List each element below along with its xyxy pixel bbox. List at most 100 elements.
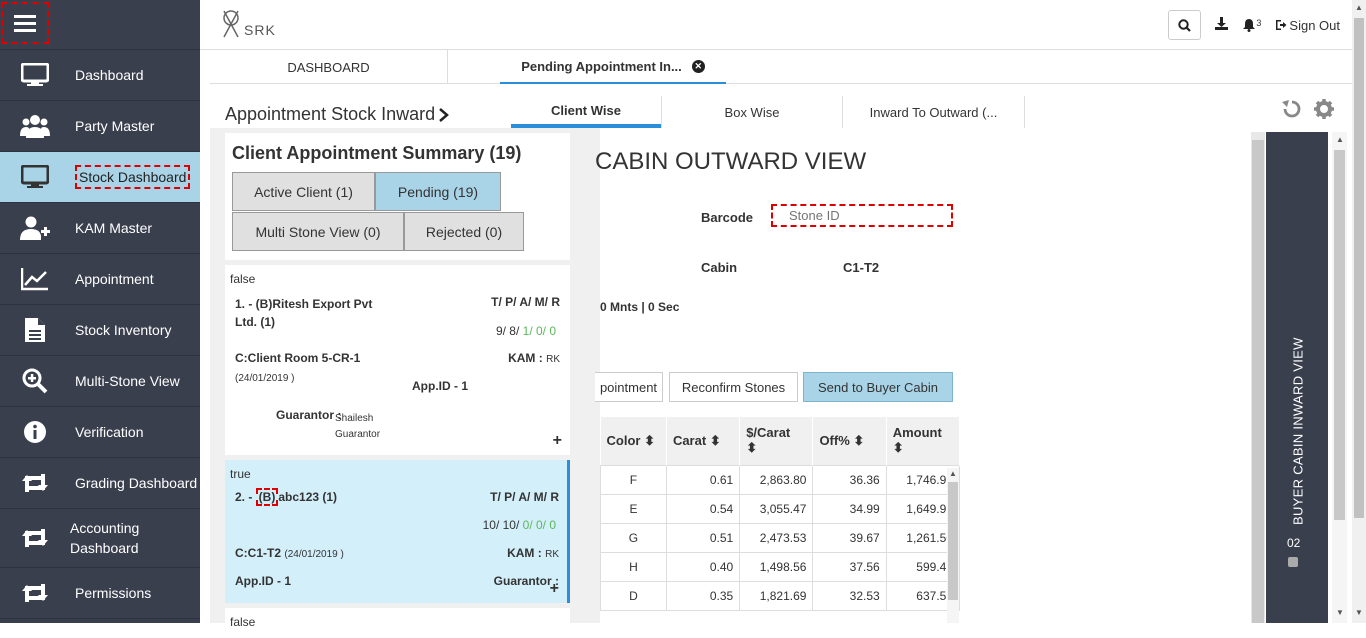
sidebar-item-accounting-dashboard[interactable]: Accounting Dashboard bbox=[0, 509, 200, 568]
scrollbar-thumb[interactable] bbox=[948, 482, 958, 600]
tab-dashboard[interactable]: DASHBOARD bbox=[210, 50, 448, 84]
retweet-icon bbox=[20, 579, 50, 607]
table-row[interactable]: E 0.54 3,055.47 34.99 1,649.95 bbox=[600, 493, 961, 524]
buyer-cabin-inward-title: BUYER CABIN INWARD VIEW bbox=[1290, 337, 1306, 525]
bell-icon bbox=[1243, 19, 1256, 32]
subtab-client-wise[interactable]: Client Wise bbox=[511, 96, 661, 128]
sidebar-item-verification[interactable]: Verification bbox=[0, 407, 200, 458]
table-row[interactable]: F 0.61 2,863.80 36.36 1,746.92 bbox=[600, 464, 961, 495]
subtab-box-wise[interactable]: Box Wise bbox=[661, 96, 843, 128]
column-header-off-percent[interactable]: Off% ⬍ bbox=[812, 417, 887, 465]
gear-icon[interactable] bbox=[1314, 99, 1334, 119]
multi-stone-view-button[interactable]: Multi Stone View (0) bbox=[232, 212, 404, 251]
scroll-down-arrow-icon[interactable]: ▼ bbox=[1336, 608, 1344, 617]
sidebar-item-kam-master[interactable]: KAM Master bbox=[0, 203, 200, 254]
client-name: 1. - (B)Ritesh Export Pvt Ltd. (1) bbox=[235, 297, 373, 329]
rejected-button[interactable]: Rejected (0) bbox=[404, 212, 524, 251]
sidebar-item-dashboard[interactable]: Dashboard bbox=[0, 50, 200, 101]
srk-logo-icon bbox=[223, 10, 239, 38]
logo-text: SRK bbox=[244, 22, 276, 38]
cabin-outward-view: CABIN OUTWARD VIEW Barcode Cabin C1-T2 0… bbox=[595, 128, 1250, 623]
summary-title: Client Appointment Summary (19) bbox=[232, 143, 522, 163]
scrollbar-thumb[interactable] bbox=[1334, 150, 1345, 520]
document-icon bbox=[20, 316, 50, 344]
search-icon bbox=[1178, 18, 1192, 32]
expand-plus-icon[interactable]: + bbox=[553, 432, 562, 450]
sidebar-item-multi-stone-view[interactable]: Multi-Stone View bbox=[0, 356, 200, 407]
sidebar-item-stock-inventory[interactable]: Stock Inventory bbox=[0, 305, 200, 356]
table-row[interactable]: D 0.35 1,821.69 32.53 637.59 bbox=[600, 580, 961, 611]
scroll-up-arrow-icon[interactable]: ▲ bbox=[1355, 3, 1363, 12]
tab-bar: DASHBOARD Pending Appointment In... ✕ bbox=[210, 50, 1352, 84]
scrollbar-thumb[interactable] bbox=[1354, 18, 1364, 518]
send-to-buyer-cabin-button[interactable]: Send to Buyer Cabin bbox=[803, 372, 953, 402]
sort-icon: ⬍ bbox=[709, 432, 721, 448]
section-title: CABIN OUTWARD VIEW bbox=[595, 148, 867, 175]
line-chart-icon bbox=[20, 265, 50, 293]
download-icon bbox=[1215, 17, 1229, 30]
table-row[interactable]: G 0.51 2,473.53 39.67 1,261.50 bbox=[600, 522, 961, 553]
scrollbar-thumb[interactable] bbox=[1252, 140, 1264, 623]
search-button[interactable] bbox=[1168, 10, 1202, 40]
appointment-button[interactable]: pointment bbox=[595, 372, 663, 402]
scroll-up-arrow-icon[interactable]: ▲ bbox=[949, 469, 957, 478]
tab-pending-appointment[interactable]: Pending Appointment In... ✕ bbox=[500, 50, 726, 84]
chevron-right-icon bbox=[439, 107, 450, 122]
scroll-down-arrow-icon[interactable]: ▼ bbox=[1355, 608, 1363, 617]
column-header-price-per-carat[interactable]: $/Carat ⬍ bbox=[739, 417, 814, 465]
stone-table: Color ⬍ Carat ⬍ $/Carat ⬍ Off% ⬍ Amount ⬍ … bbox=[600, 417, 961, 611]
sidebar-item-appointment[interactable]: Appointment bbox=[0, 254, 200, 305]
hamburger-menu-button[interactable] bbox=[1, 2, 49, 44]
active-client-button[interactable]: Active Client (1) bbox=[232, 172, 375, 211]
sidebar-header bbox=[0, 0, 200, 50]
table-row[interactable]: H 0.40 1,498.56 37.56 599.42 bbox=[600, 551, 961, 582]
client-summary-panel: Client Appointment Summary (19) Active C… bbox=[210, 128, 600, 638]
sidebar-item-party-master[interactable]: Party Master bbox=[0, 101, 200, 152]
subtab-inward-to-outward[interactable]: Inward To Outward (... bbox=[843, 96, 1025, 128]
stone-id-input[interactable] bbox=[771, 204, 953, 227]
column-header-carat[interactable]: Carat ⬍ bbox=[666, 417, 741, 465]
table-scrollbar[interactable]: ▲ bbox=[947, 468, 959, 623]
info-icon bbox=[20, 418, 50, 446]
buyer-cabin-number: 02 bbox=[1287, 536, 1301, 550]
sign-out-icon bbox=[1276, 20, 1287, 30]
retweet-icon bbox=[20, 469, 50, 497]
user-plus-icon bbox=[20, 214, 50, 242]
page-scrollbar[interactable]: ▲ ▼ bbox=[1352, 0, 1366, 623]
column-header-amount[interactable]: Amount ⬍ bbox=[886, 417, 961, 465]
sort-icon: ⬍ bbox=[853, 432, 865, 448]
client-card[interactable]: false bbox=[225, 608, 570, 638]
sidebar-item-stock-dashboard[interactable]: Stock Dashboard bbox=[0, 152, 200, 203]
table-header-row: Color ⬍ Carat ⬍ $/Carat ⬍ Off% ⬍ Amount ⬍ bbox=[600, 417, 961, 465]
top-bar-actions: 3 Sign Out bbox=[1168, 10, 1340, 40]
expand-plus-icon[interactable]: + bbox=[550, 580, 559, 598]
scroll-up-arrow-icon[interactable]: ▲ bbox=[1336, 135, 1344, 144]
pending-button[interactable]: Pending (19) bbox=[375, 172, 501, 211]
client-card[interactable]: true 2. - (B) abc123 (1) T/ P/ A/ M/ R 10… bbox=[225, 460, 570, 603]
timer: 0 Mnts | 0 Sec bbox=[600, 300, 680, 314]
column-header-color[interactable]: Color ⬍ bbox=[600, 417, 667, 465]
client-card[interactable]: false 1. - (B)Ritesh Export Pvt Ltd. (1)… bbox=[225, 265, 570, 455]
buyer-cabin-checkbox[interactable] bbox=[1288, 557, 1298, 567]
notifications-button[interactable]: 3 bbox=[1242, 18, 1261, 32]
sidebar: Dashboard Party Master Stock Dashboard K… bbox=[0, 0, 200, 623]
notification-count: 3 bbox=[1256, 18, 1262, 28]
reconfirm-stones-button[interactable]: Reconfirm Stones bbox=[669, 372, 798, 402]
page-tools bbox=[1282, 99, 1334, 119]
client-name: 2. - (B) abc123 (1) bbox=[235, 488, 338, 506]
refresh-icon[interactable] bbox=[1282, 99, 1302, 119]
sidebar-item-permissions[interactable]: Permissions bbox=[0, 568, 200, 619]
page-title: Appointment Stock Inward bbox=[225, 104, 450, 125]
summary-box: Client Appointment Summary (19) Active C… bbox=[225, 133, 570, 260]
panel-scrollbar[interactable]: ▲ ▼ bbox=[1332, 132, 1347, 623]
sort-icon: ⬍ bbox=[746, 440, 758, 456]
users-icon bbox=[20, 112, 50, 140]
sign-out-button[interactable]: Sign Out bbox=[1275, 18, 1340, 33]
close-tab-icon[interactable]: ✕ bbox=[691, 59, 705, 73]
client-counts: 9/ 8/ 1/ 0/ 0 bbox=[495, 324, 556, 338]
zoom-in-icon bbox=[20, 367, 50, 395]
download-button[interactable] bbox=[1215, 17, 1229, 33]
sidebar-item-grading-dashboard[interactable]: Grading Dashboard bbox=[0, 458, 200, 509]
logo: SRK bbox=[220, 10, 276, 38]
content-scrollbar[interactable] bbox=[1251, 132, 1265, 623]
